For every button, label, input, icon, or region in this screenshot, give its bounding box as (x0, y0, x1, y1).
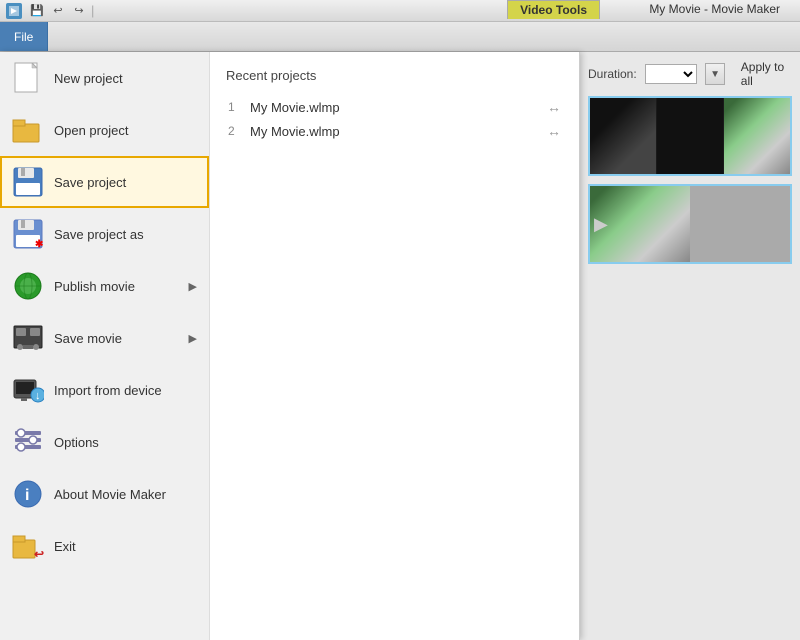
menu-item-save-project-as[interactable]: ✱ Save project as (0, 208, 209, 260)
import-from-device-label: Import from device (54, 383, 162, 398)
file-menu-overlay: New project Open project S (0, 52, 580, 640)
duration-label: Duration: (588, 67, 637, 81)
svg-text:↩: ↩ (34, 547, 44, 560)
open-project-icon (12, 114, 44, 146)
exit-label: Exit (54, 539, 76, 554)
redo-toolbar-btn[interactable]: ↪ (70, 2, 88, 20)
recent-project-item-2[interactable]: 2 My Movie.wlmp ↔ (226, 119, 563, 143)
video-tools-tab[interactable]: Video Tools (507, 0, 600, 19)
menu-item-import-from-device[interactable]: ↓ Import from device (0, 364, 209, 416)
recent-project-pin-1[interactable]: ↔ (547, 99, 561, 115)
recent-project-num-2: 2 (228, 124, 242, 138)
down-arrow-icon: ▼ (710, 69, 720, 80)
menu-item-save-movie[interactable]: Save movie ▶ (0, 312, 209, 364)
duration-dropdown[interactable] (645, 64, 698, 84)
toolbar-separator: | (91, 3, 94, 18)
editor-area: Duration: ▼ Apply to all ▶ (580, 52, 800, 640)
menu-item-publish-movie[interactable]: Publish movie ▶ (0, 260, 209, 312)
svg-text:✱: ✱ (35, 239, 43, 249)
undo-toolbar-btn[interactable]: ↩ (49, 2, 67, 20)
apply-to-all[interactable]: Apply to all (741, 60, 792, 88)
recent-project-num-1: 1 (228, 100, 242, 114)
video-thumbnail-1 (588, 96, 792, 176)
save-project-icon (12, 166, 44, 198)
file-tab-label: File (14, 30, 33, 44)
toolbar: 💾 ↩ ↪ | (28, 0, 94, 22)
new-project-label: New project (54, 71, 123, 86)
recent-project-item-1[interactable]: 1 My Movie.wlmp ↔ (226, 95, 563, 119)
recent-projects-title: Recent projects (226, 68, 563, 83)
menu-item-options[interactable]: Options (0, 416, 209, 468)
publish-movie-icon (12, 270, 44, 302)
video-thumbnail-2: ▶ (588, 184, 792, 264)
menu-item-exit[interactable]: ↩ Exit (0, 520, 209, 572)
recent-project-name-2: My Movie.wlmp (250, 124, 539, 139)
menu-item-new-project[interactable]: New project (0, 52, 209, 104)
save-movie-label: Save movie (54, 331, 122, 346)
video-tools-label: Video Tools (520, 3, 587, 17)
save-movie-icon (12, 322, 44, 354)
menu-item-open-project[interactable]: Open project (0, 104, 209, 156)
app-title: My Movie - Movie Maker (649, 2, 780, 16)
about-label: About Movie Maker (54, 487, 166, 502)
thumb-strip-1 (590, 98, 790, 174)
save-project-as-label: Save project as (54, 227, 144, 242)
thumb-seg-1 (590, 98, 656, 174)
play-arrow-icon: ▶ (594, 214, 608, 235)
ribbon: File (0, 22, 800, 52)
file-menu-sidebar: New project Open project S (0, 52, 210, 640)
exit-icon: ↩ (12, 530, 44, 562)
menu-item-save-project[interactable]: Save project (0, 156, 209, 208)
options-label: Options (54, 435, 99, 450)
recent-project-name-1: My Movie.wlmp (250, 100, 539, 115)
recent-project-pin-2[interactable]: ↔ (547, 123, 561, 139)
import-icon: ↓ (12, 374, 44, 406)
app-icon (6, 3, 22, 19)
svg-text:↓: ↓ (35, 390, 41, 402)
down-arrow-btn[interactable]: ▼ (705, 63, 724, 85)
save-project-label: Save project (54, 175, 126, 190)
about-icon: i (12, 478, 44, 510)
file-tab[interactable]: File (0, 22, 48, 51)
save-project-as-icon: ✱ (12, 218, 44, 250)
new-project-icon (12, 62, 44, 94)
editor-top-bar: Duration: ▼ Apply to all (588, 60, 792, 88)
title-bar: 💾 ↩ ↪ | Video Tools My Movie - Movie Mak… (0, 0, 800, 22)
file-menu-content: Recent projects 1 My Movie.wlmp ↔ 2 My M… (210, 52, 579, 640)
save-toolbar-btn[interactable]: 💾 (28, 2, 46, 20)
publish-movie-arrow: ▶ (189, 280, 197, 293)
svg-text:i: i (25, 487, 29, 504)
menu-item-about[interactable]: i About Movie Maker (0, 468, 209, 520)
publish-movie-label: Publish movie (54, 279, 135, 294)
save-movie-arrow: ▶ (189, 332, 197, 345)
thumb-seg-2 (657, 98, 723, 174)
thumb-seg-3 (724, 98, 790, 174)
open-project-label: Open project (54, 123, 128, 138)
options-icon (12, 426, 44, 458)
